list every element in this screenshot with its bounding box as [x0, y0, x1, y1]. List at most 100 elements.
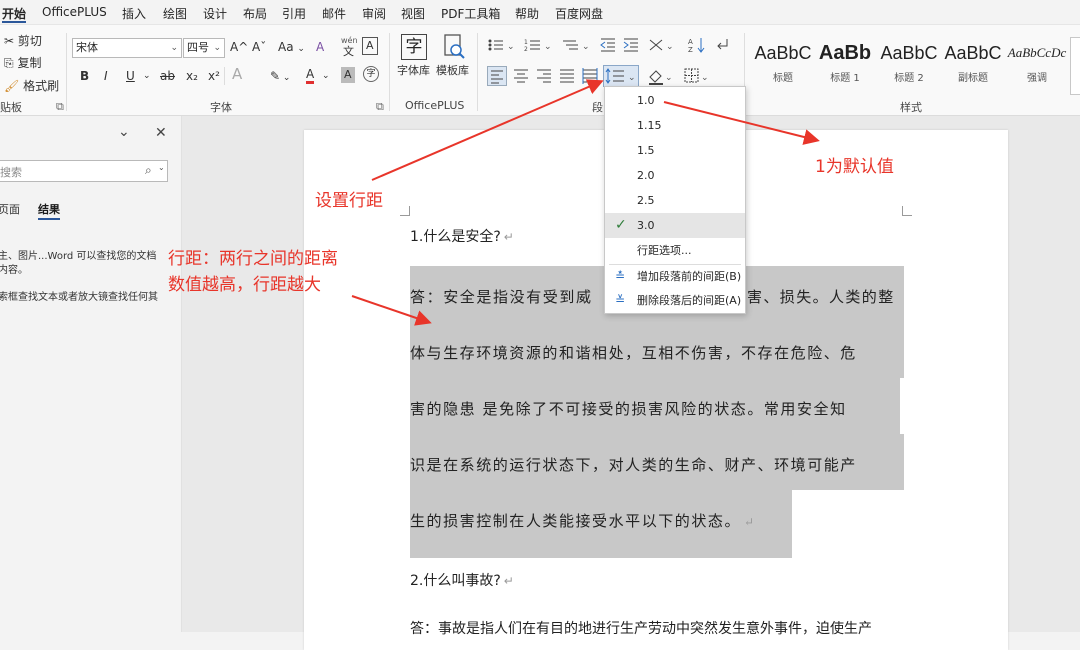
chinese-layout-button[interactable]: ⌄: [648, 37, 676, 57]
tab-home[interactable]: 开始: [2, 5, 26, 22]
font-group-label: 字体: [210, 101, 232, 114]
increase-indent-button[interactable]: [623, 37, 639, 57]
clipboard-launcher-icon[interactable]: ⧉: [56, 99, 64, 115]
style-sample: AaBbC: [754, 43, 812, 63]
tab-baidu-pan[interactable]: 百度网盘: [555, 5, 603, 22]
underline-button[interactable]: U: [126, 68, 135, 84]
answer-1-line-tail[interactable]: 害、损失。人类的整: [747, 286, 895, 307]
tab-pages[interactable]: 页面: [0, 201, 20, 217]
copy-button[interactable]: ⎘ 复制: [4, 55, 41, 71]
font-color-button[interactable]: A: [306, 67, 315, 84]
template-library-button[interactable]: 模板库: [436, 63, 469, 79]
highlight-button[interactable]: ✎ ⌄: [270, 68, 290, 86]
close-icon[interactable]: ✕: [155, 125, 167, 141]
add-space-before-item[interactable]: ≛ 增加段落前的间距(B): [605, 264, 745, 289]
tab-view[interactable]: 视图: [401, 5, 425, 22]
tab-help[interactable]: 帮助: [515, 5, 539, 22]
subscript-button[interactable]: x₂: [186, 68, 198, 84]
char-border-button[interactable]: A: [362, 37, 378, 55]
distributed-button[interactable]: [581, 67, 599, 89]
char-shading-button[interactable]: A: [341, 67, 355, 83]
search-box[interactable]: 搜索 ⌕ ⌄: [0, 160, 168, 182]
align-center-button[interactable]: [512, 67, 530, 89]
tab-pdf-tools[interactable]: PDF工具箱: [441, 5, 500, 22]
style-heading-2[interactable]: AaBbC 标题 2: [878, 37, 940, 95]
text-effects-button[interactable]: A: [232, 66, 242, 82]
tab-insert[interactable]: 插入: [122, 5, 146, 22]
shrink-font-button[interactable]: Aˇ: [252, 39, 266, 55]
answer-1-line[interactable]: 识是在系统的运行状态下，对人类的生命、财产、环境可能产: [410, 454, 857, 475]
chevron-down-icon[interactable]: ⌄: [118, 124, 130, 140]
separator: [224, 67, 225, 85]
question-2[interactable]: 2.什么叫事故? ↵: [410, 570, 514, 590]
style-heading-1[interactable]: AaBb 标题 1: [814, 37, 876, 95]
align-right-button[interactable]: [535, 67, 553, 89]
answer-1-line[interactable]: 答：安全是指没有受到威: [410, 286, 593, 307]
styles-gallery-scroll[interactable]: [1070, 37, 1080, 95]
tab-layout[interactable]: 布局: [243, 5, 267, 22]
cut-button[interactable]: ✂ 剪切: [4, 33, 42, 49]
change-case-button[interactable]: Aa ⌄: [278, 39, 305, 57]
tab-results[interactable]: 结果: [38, 201, 60, 217]
question-1[interactable]: 1.什么是安全? ↵: [410, 226, 514, 246]
clipboard-group-label: 贴板: [0, 101, 22, 114]
remove-space-after-item[interactable]: ≚ 删除段落后的间距(A): [605, 288, 745, 313]
tab-mailings[interactable]: 邮件: [322, 5, 346, 22]
question-text: 1.什么是安全?: [410, 229, 501, 245]
line-spacing-option[interactable]: 1.15: [605, 113, 745, 138]
navigation-pane: ⌄ ✕ 搜索 ⌕ ⌄ 页面 结果 主、图片...Word 可以查找您的文档 内容…: [0, 116, 182, 632]
style-emphasis[interactable]: AaBbCcDc 强调: [1006, 37, 1068, 95]
format-painter-label: 格式刷: [23, 79, 60, 93]
chevron-down-icon[interactable]: ⌄: [322, 68, 330, 84]
highlighter-icon: ✎: [270, 69, 281, 83]
answer-2-line[interactable]: 答：事故是指人们在有目的地进行生产劳动中突然发生意外事件，迫使生产: [410, 618, 872, 638]
font-dialog-launcher-icon[interactable]: ⧉: [376, 99, 384, 115]
answer-1-line[interactable]: 害的隐患 是免除了不可接受的损害风险的状态。常用安全知: [410, 398, 847, 419]
font-name-select[interactable]: 宋体 ⌄: [72, 38, 182, 58]
strikethrough-button[interactable]: ab: [160, 68, 175, 84]
grow-font-button[interactable]: A^: [230, 39, 248, 55]
line-spacing-button[interactable]: ⌄: [603, 65, 639, 87]
format-painter-button[interactable]: 🖌 格式刷: [4, 78, 59, 94]
tab-officeplus[interactable]: OfficePLUS: [42, 5, 107, 19]
change-case-label: Aa: [278, 40, 294, 54]
phonetic-guide-button[interactable]: 文: [343, 44, 354, 60]
enclose-char-button[interactable]: 字: [363, 66, 379, 82]
bold-button[interactable]: B: [80, 68, 89, 84]
style-title[interactable]: AaBbC 标题: [752, 37, 814, 95]
font-size-select[interactable]: 四号 ⌄: [183, 38, 225, 58]
line-spacing-option[interactable]: 2.0: [605, 163, 745, 188]
justify-button[interactable]: [558, 67, 576, 89]
search-icon[interactable]: ⌕: [145, 163, 152, 178]
font-library-button[interactable]: 字体库: [397, 63, 430, 79]
tab-draw[interactable]: 绘图: [163, 5, 187, 22]
sort-button[interactable]: AZ: [688, 36, 706, 58]
tab-references[interactable]: 引用: [282, 5, 306, 22]
answer-1-line[interactable]: 生的损害控制在人类能接受水平以下的状态。 ↵: [410, 510, 756, 531]
line-spacing-options-item[interactable]: 行距选项...: [605, 238, 745, 263]
tab-design[interactable]: 设计: [203, 5, 227, 22]
style-subtitle[interactable]: AaBbC 副标题: [942, 37, 1004, 95]
chevron-down-icon[interactable]: ⌄: [158, 163, 165, 172]
line-spacing-option-selected[interactable]: ✓ 3.0: [605, 213, 745, 238]
superscript-button[interactable]: x²: [208, 68, 220, 84]
chevron-down-icon[interactable]: ⌄: [143, 68, 151, 84]
numbering-button[interactable]: 1 2 ⌄: [524, 37, 554, 57]
answer-text: 生的损害控制在人类能接受水平以下的状态。: [410, 512, 742, 530]
answer-1-line[interactable]: 体与生存环境资源的和谐相处，互相不伤害，不存在危险、危: [410, 342, 857, 363]
search-input[interactable]: 搜索: [0, 164, 22, 180]
decrease-indent-button[interactable]: [600, 37, 616, 57]
paragraph-mark-icon: ↵: [744, 515, 756, 529]
svg-text:2: 2: [524, 46, 528, 53]
clear-format-button[interactable]: A: [316, 39, 324, 55]
line-spacing-option[interactable]: 1.5: [605, 138, 745, 163]
multilevel-list-button[interactable]: ⌄: [562, 37, 592, 57]
show-formatting-button[interactable]: [713, 36, 731, 58]
line-spacing-option[interactable]: 2.5: [605, 188, 745, 213]
bullets-button[interactable]: ⌄: [487, 37, 517, 57]
style-sample: AaBb: [818, 42, 872, 64]
tab-review[interactable]: 审阅: [362, 5, 386, 22]
align-left-button[interactable]: [487, 66, 507, 86]
line-spacing-option[interactable]: 1.0: [605, 88, 745, 113]
italic-button[interactable]: I: [104, 68, 108, 84]
